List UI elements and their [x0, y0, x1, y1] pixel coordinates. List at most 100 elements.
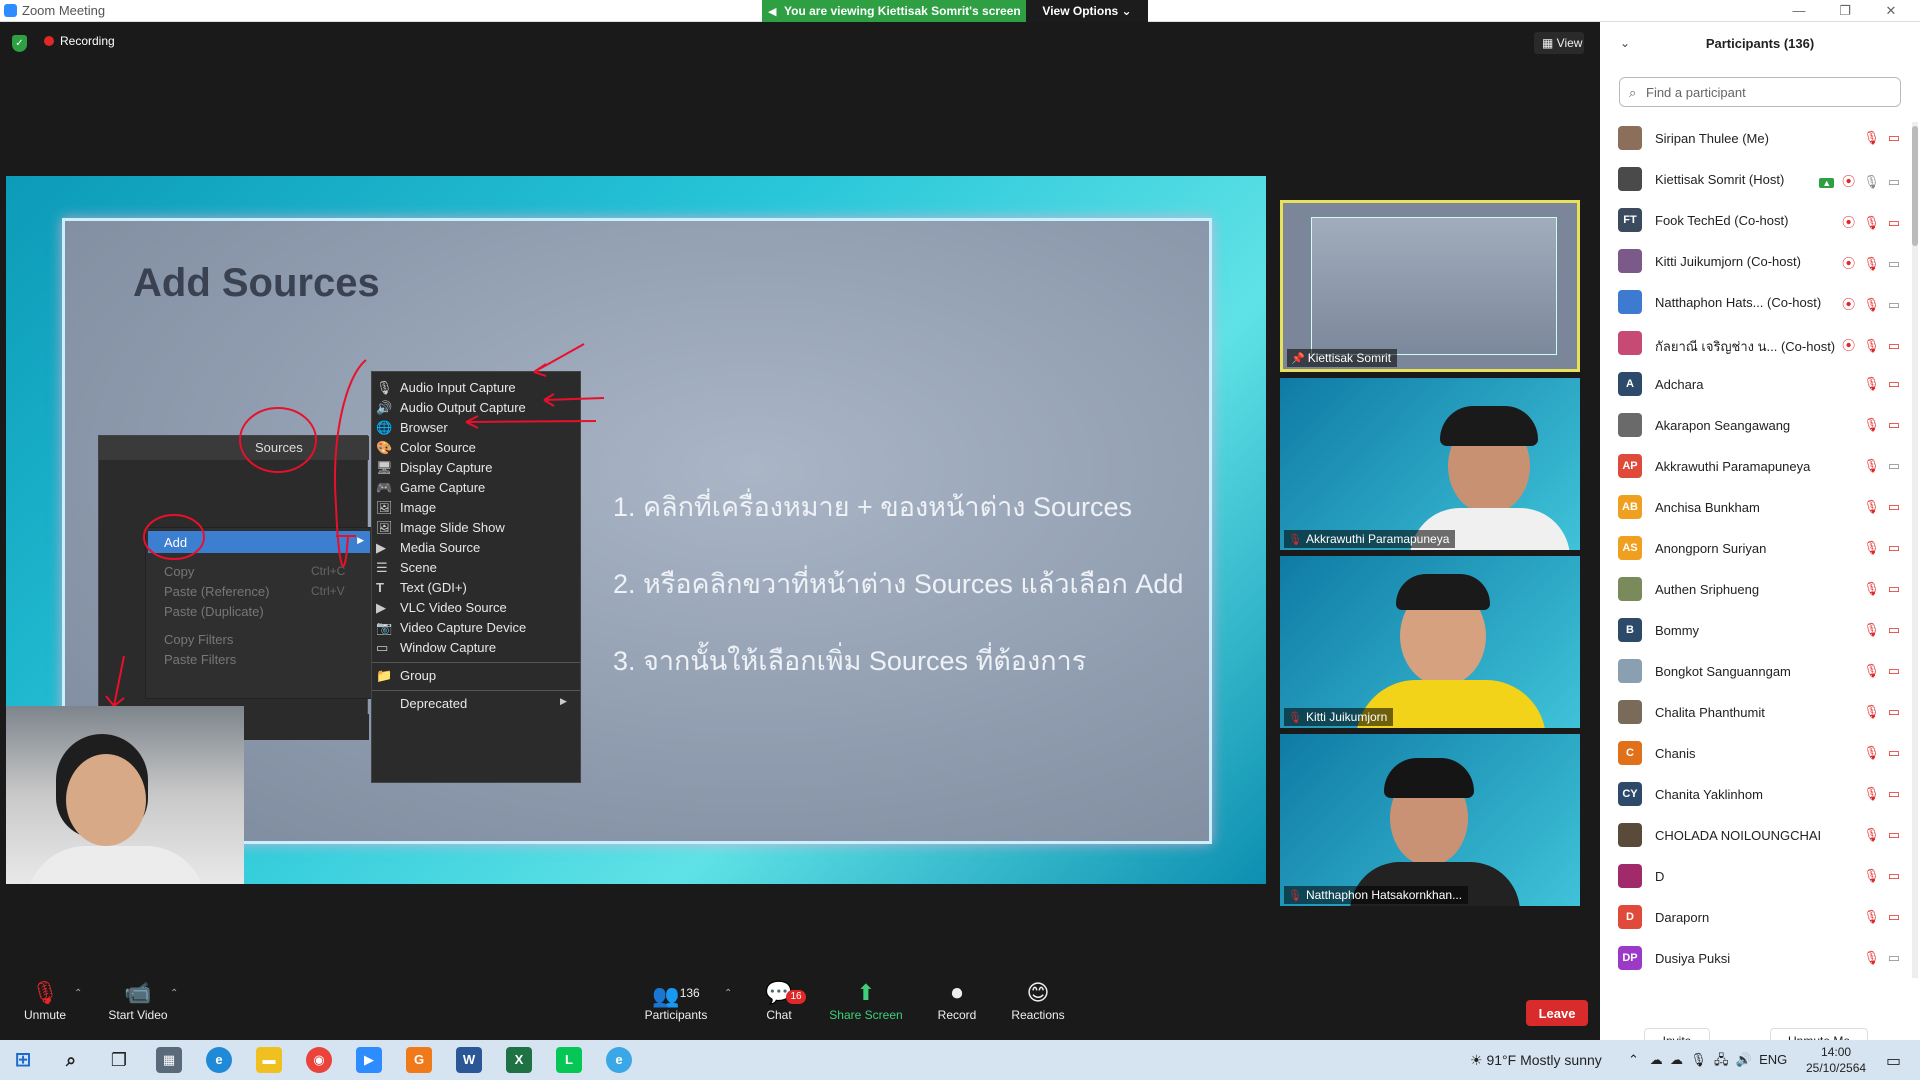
share-screen-button[interactable]: ⬆ Share Screen [828, 976, 904, 1040]
source-option: Game Capture [400, 480, 486, 495]
maximize-button[interactable]: ❐ [1822, 0, 1868, 22]
participant-row[interactable]: CHOLADA NOILOUNGCHAI 🎙 ▭ [1600, 815, 1910, 856]
participant-search-input[interactable]: ⌕ Find a participant [1619, 77, 1901, 107]
video-tile-natthaphon[interactable]: 🎙 Natthaphon Hatsakornkhan... [1280, 734, 1580, 906]
participant-row[interactable]: AS Anongporn Suriyan 🎙 ▭ [1600, 528, 1910, 569]
participant-name: Akarapon Seangawang [1655, 418, 1791, 433]
participant-row[interactable]: C Chanis 🎙 ▭ [1600, 733, 1910, 774]
participant-row[interactable]: Chalita Phanthumit 🎙 ▭ [1600, 692, 1910, 733]
participant-scrollbar[interactable] [1912, 122, 1918, 978]
windows-start-icon[interactable]: ⊞ [10, 1047, 36, 1073]
participant-row[interactable]: CY Chanita Yaklinhom 🎙 ▭ [1600, 774, 1910, 815]
weather-text: 91°F Mostly sunny [1486, 1052, 1602, 1068]
video-tile-kitti[interactable]: 🎙 Kitti Juikumjorn [1280, 556, 1580, 728]
participant-row[interactable]: AB Anchisa Bunkham 🎙 ▭ [1600, 487, 1910, 528]
ctx-menu-shortcut: Ctrl+C [311, 564, 346, 578]
chat-button[interactable]: 💬 Chat [756, 976, 802, 1040]
participant-row[interactable]: Natthaphon Hats... (Co-host) ⦿ 🎙 ▭ [1600, 282, 1910, 323]
network-icon[interactable]: 🖧 [1714, 1052, 1729, 1067]
calculator-app-icon[interactable]: ▦ [156, 1047, 182, 1073]
close-button[interactable]: ✕ [1868, 0, 1914, 22]
muted-mic-icon: 🎙 [31, 980, 59, 1005]
unmute-button[interactable]: 🎙 Unmute [18, 976, 72, 1040]
language-indicator[interactable]: ENG [1759, 1052, 1787, 1067]
microphone-icon[interactable]: 🎙 [1690, 1052, 1707, 1067]
participant-row[interactable]: D Daraporn 🎙 ▭ [1600, 897, 1910, 938]
line-app-icon[interactable]: L [556, 1047, 582, 1073]
participant-row[interactable]: FT Fook TechEd (Co-host) ⦿ 🎙 ▭ [1600, 200, 1910, 241]
task-view-icon[interactable]: ❐ [106, 1047, 132, 1073]
notification-icon[interactable]: ▭ [1886, 1051, 1901, 1071]
ctx-menu-item: Paste Filters [164, 652, 237, 667]
cloud-icon[interactable]: ☁ [1670, 1052, 1683, 1067]
search-icon: ⌕ [1629, 85, 1637, 100]
edge-app-icon[interactable]: e [206, 1047, 232, 1073]
video-tile-kiettisak[interactable]: 📌 Kiettisak Somrit [1280, 200, 1580, 372]
participant-row[interactable]: AP Akkrawuthi Paramapuneya 🎙 ▭ [1600, 446, 1910, 487]
participant-name: Akkrawuthi Paramapuneya [1655, 459, 1811, 474]
view-options-button[interactable]: View Options ⌄ [1026, 0, 1148, 22]
participant-scroll-thumb[interactable] [1912, 126, 1918, 246]
participant-name: Kitti Juikumjorn (Co-host) [1655, 254, 1801, 269]
volume-icon[interactable]: 🔊 [1736, 1052, 1752, 1067]
minimize-button[interactable]: — [1776, 0, 1822, 22]
participant-name: Adchara [1655, 377, 1704, 392]
reactions-button[interactable]: 😊 Reactions [1008, 976, 1068, 1040]
slide-step: 2. หรือคลิกขวาที่หน้าต่าง Sources แล้วเล… [613, 569, 1184, 599]
muted-mic-icon: 🎙 [1863, 581, 1880, 596]
start-video-button[interactable]: 📹 Start Video [102, 976, 174, 1040]
excel-app-icon[interactable]: X [506, 1047, 532, 1073]
shared-screen[interactable]: Add Sources 1. คลิกที่เครื่องหมาย + ของห… [6, 176, 1266, 884]
record-button[interactable]: ⏺ Record [932, 976, 982, 1040]
participant-row[interactable]: Authen Sriphueng 🎙 ▭ [1600, 569, 1910, 610]
recording-indicator[interactable]: Recording [44, 34, 115, 48]
play-icon: ▶ [376, 540, 386, 555]
chevron-up-icon[interactable]: ⌃ [1628, 1052, 1639, 1067]
video-options-caret-icon[interactable]: ⌃ [170, 988, 178, 999]
share-status: ◀ You are viewing Kiettisak Somrit's scr… [762, 0, 1026, 22]
muted-mic-icon: 🎙 [1863, 827, 1880, 842]
taskbar-clock[interactable]: 14:00 25/10/2564 [1806, 1044, 1866, 1076]
muted-mic-icon: 🎙 [1863, 868, 1880, 883]
browser-app-icon[interactable]: e [606, 1047, 632, 1073]
play-icon: ▶ [376, 600, 386, 615]
participants-button[interactable]: 👥136 Participants [638, 976, 714, 1040]
source-option: Scene [400, 560, 437, 575]
participant-row[interactable]: D 🎙 ▭ [1600, 856, 1910, 897]
participant-row[interactable]: Kitti Juikumjorn (Co-host) ⦿ 🎙 ▭ [1600, 241, 1910, 282]
participant-name: Fook TechEd (Co-host) [1655, 213, 1789, 228]
search-icon[interactable]: ⌕ [58, 1047, 84, 1073]
participant-list: Siripan Thulee (Me) 🎙 ▭ Kiettisak Somrit (H… [1600, 118, 1920, 980]
word-app-icon[interactable]: W [456, 1047, 482, 1073]
participant-row[interactable]: Kiettisak Somrit (Host) ▲ ⦿ 🎙 ▭ [1600, 159, 1910, 200]
text-icon: T [376, 580, 384, 595]
file-explorer-icon[interactable]: ▬ [256, 1047, 282, 1073]
encryption-shield-icon[interactable]: ✓ [12, 35, 27, 52]
participant-row[interactable]: Bongkot Sanguanngam 🎙 ▭ [1600, 651, 1910, 692]
leave-button[interactable]: Leave [1526, 1000, 1588, 1026]
weather-widget[interactable]: ☀ 91°F Mostly sunny [1470, 1052, 1602, 1069]
participant-row[interactable]: Siripan Thulee (Me) 🎙 ▭ [1600, 118, 1910, 159]
participant-row[interactable]: B Bommy 🎙 ▭ [1600, 610, 1910, 651]
obs-app-icon[interactable]: G [406, 1047, 432, 1073]
audio-options-caret-icon[interactable]: ⌃ [74, 988, 82, 999]
chrome-app-icon[interactable]: ◉ [306, 1047, 332, 1073]
video-off-icon: ▭ [1887, 338, 1900, 353]
participant-row[interactable]: Akarapon Seangawang 🎙 ▭ [1600, 405, 1910, 446]
participant-avatar: D [1618, 905, 1642, 929]
zoom-app-icon[interactable]: ▶ [356, 1047, 382, 1073]
participant-row[interactable]: กัลยาณี เจริญช่าง น... (Co-host) ⦿ 🎙 ▭ [1600, 323, 1910, 364]
pin-icon: 📌 [1291, 353, 1305, 365]
participant-row[interactable]: DP Dusiya Puksi 🎙 ▭ [1600, 938, 1910, 979]
participant-row[interactable]: A Adchara 🎙 ▭ [1600, 364, 1910, 405]
participant-name: Chanis [1655, 746, 1696, 761]
video-tile-akkrawuthi[interactable]: 🎙 Akkrawuthi Paramapuneya [1280, 378, 1580, 550]
view-button[interactable]: ▦ View [1534, 32, 1584, 54]
source-option: VLC Video Source [400, 600, 507, 615]
participant-status-icons: 🎙 ▭ [1855, 909, 1900, 925]
recording-status-icon: ⦿ [1842, 174, 1856, 189]
ctx-menu-add-label: Add [164, 535, 188, 550]
tile-name: Natthaphon Hatsakornkhan... [1305, 888, 1463, 902]
cloud-icon[interactable]: ☁ [1650, 1052, 1663, 1067]
participants-caret-icon[interactable]: ⌃ [724, 988, 732, 999]
